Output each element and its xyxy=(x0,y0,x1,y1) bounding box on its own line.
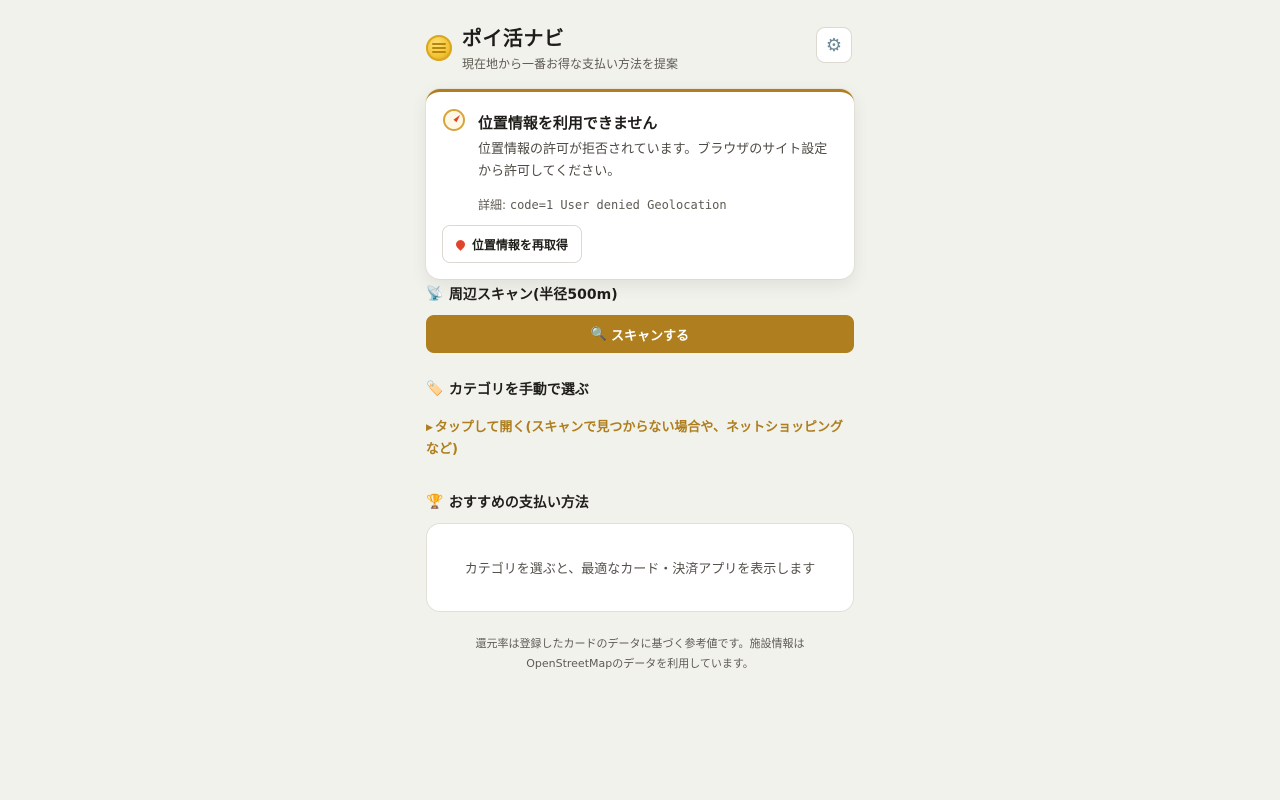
compass-icon xyxy=(443,109,465,131)
recommend-heading: 🏆 おすすめの支払い方法 xyxy=(426,492,589,512)
coin-icon xyxy=(426,35,452,61)
search-icon: 🔍 xyxy=(590,326,608,342)
alert-detail: 詳細: code=1 User denied Geolocation xyxy=(478,196,727,213)
app-title: ポイ活ナビ xyxy=(462,26,565,50)
trophy-icon: 🏆 xyxy=(426,494,444,510)
scan-heading: 📡 周辺スキャン(半径500m) xyxy=(426,284,618,304)
category-toggle-label: タップして開く(スキャンで見つからない場合や、ネットショッピングなど) xyxy=(426,420,844,457)
pin-icon xyxy=(454,237,467,251)
app-subtitle: 現在地から一番お得な支払い方法を提案 xyxy=(462,57,679,71)
alert-message: 位置情報の許可が拒否されています。ブラウザのサイト設定から許可してください。 xyxy=(478,142,828,179)
app-header: ポイ活ナビ 現在地から一番お得な支払い方法を提案 ⚙ xyxy=(426,22,854,74)
satellite-icon: 📡 xyxy=(426,286,444,302)
location-error-card: 位置情報を利用できません 位置情報の許可が拒否されています。ブラウザのサイト設定… xyxy=(426,89,854,279)
triangle-right-icon: ▶ xyxy=(426,423,433,433)
gear-icon: ⚙ xyxy=(825,34,843,56)
category-expand-toggle[interactable]: ▶ タップして開く(スキャンで見つからない場合や、ネットショッピングなど) xyxy=(426,417,854,461)
retry-label: 位置情報を再取得 xyxy=(472,237,569,252)
recommend-heading-text: おすすめの支払い方法 xyxy=(449,495,589,511)
empty-state-message: カテゴリを選ぶと、最適なカード・決済アプリを表示します xyxy=(464,562,816,577)
scan-button[interactable]: 🔍 スキャンする xyxy=(426,315,854,353)
retry-location-button[interactable]: 位置情報を再取得 xyxy=(442,225,583,263)
footer-note: 還元率は登録したカードのデータに基づく参考値です。施設情報はOpenStreet… xyxy=(475,637,805,670)
alert-title: 位置情報を利用できません xyxy=(478,114,658,132)
category-heading-text: カテゴリを手動で選ぶ xyxy=(449,382,589,398)
error-code: code=1 User denied Geolocation xyxy=(509,198,727,212)
detail-label: 詳細: xyxy=(478,198,510,212)
scan-button-label: スキャンする xyxy=(611,328,690,344)
settings-button[interactable]: ⚙ xyxy=(816,27,852,63)
category-heading: 🏷️ カテゴリを手動で選ぶ xyxy=(426,379,589,399)
scan-heading-text: 周辺スキャン(半径500m) xyxy=(449,287,618,303)
tag-icon: 🏷️ xyxy=(426,381,444,397)
recommendation-panel: カテゴリを選ぶと、最適なカード・決済アプリを表示します xyxy=(426,523,854,612)
